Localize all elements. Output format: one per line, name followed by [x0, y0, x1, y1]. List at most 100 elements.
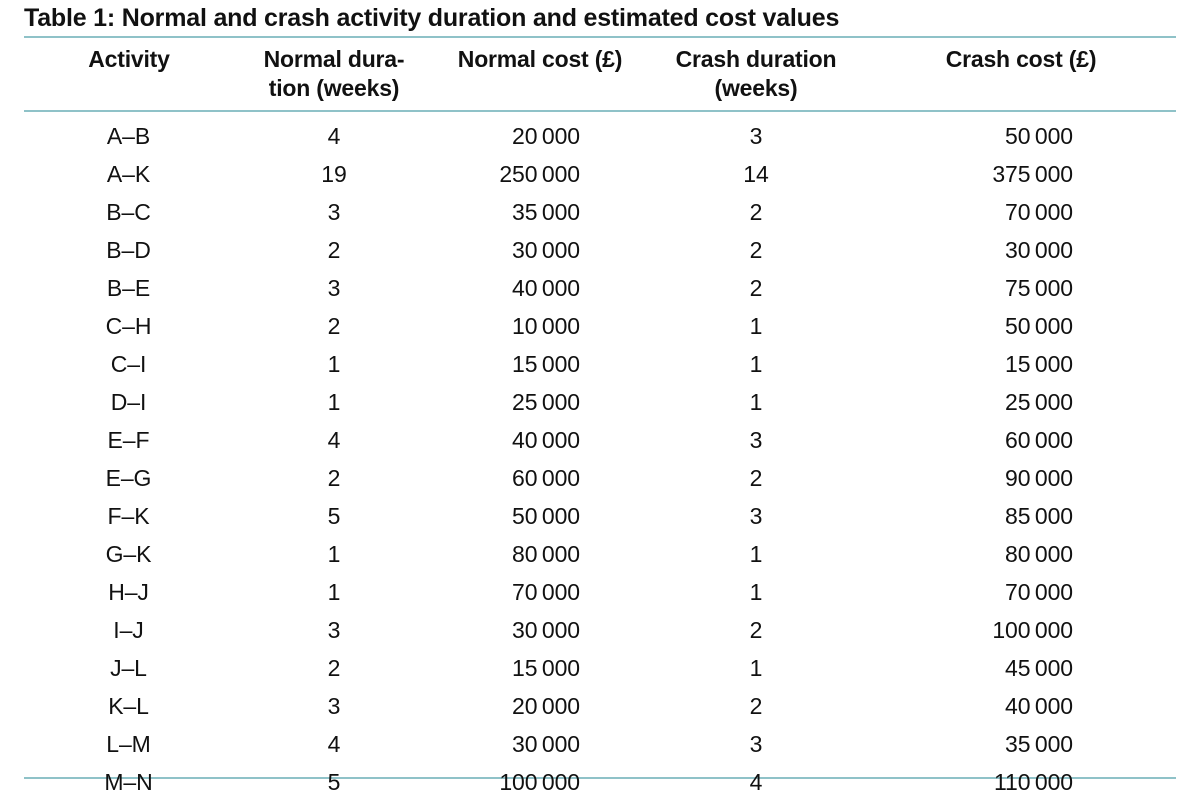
cell-activity: D–I	[110, 388, 147, 415]
cell-normal-cost: 35 000	[512, 198, 580, 225]
table-page: Table 1: Normal and crash activity durat…	[0, 0, 1200, 797]
cell-activity: E–G	[105, 464, 152, 491]
cell-normal-cost: 40 000	[512, 426, 580, 453]
table-row: L–M 4 30 000 3 35 000	[24, 725, 1176, 763]
table-header-row: Activity Normal dura- tion (weeks) Norma…	[24, 40, 1176, 110]
table-row: K–L 3 20 000 2 40 000	[24, 687, 1176, 725]
column-header-activity: Activity	[88, 46, 170, 72]
cell-normal-cost: 70 000	[512, 578, 580, 605]
cell-crash-duration: 1	[749, 654, 763, 681]
cell-crash-duration: 1	[749, 388, 763, 415]
cell-activity: K–L	[108, 692, 149, 719]
cell-activity: B–E	[106, 274, 151, 301]
cell-normal-duration: 4	[327, 426, 341, 453]
column-header-crash-duration: Crash duration (weeks)	[646, 40, 866, 110]
cell-normal-duration: 4	[327, 730, 341, 757]
cell-crash-duration: 1	[749, 350, 763, 377]
data-table: Activity Normal dura- tion (weeks) Norma…	[24, 40, 1176, 801]
table-row: A–B 4 20 000 3 50 000	[24, 110, 1176, 155]
cell-crash-cost: 85 000	[1005, 502, 1073, 529]
cell-normal-duration: 5	[327, 502, 341, 529]
cell-crash-duration: 4	[749, 768, 763, 795]
cell-crash-cost: 45 000	[1005, 654, 1073, 681]
cell-activity: A–B	[106, 122, 151, 149]
cell-activity: J–L	[110, 654, 147, 681]
column-header-crash-duration-line2: (weeks)	[714, 74, 798, 101]
cell-normal-cost: 30 000	[512, 616, 580, 643]
table-row: J–L 2 15 000 1 45 000	[24, 649, 1176, 687]
cell-normal-duration: 2	[327, 464, 341, 491]
cell-crash-cost: 60 000	[1005, 426, 1073, 453]
cell-normal-duration: 3	[327, 198, 341, 225]
table-row: C–H 2 10 000 1 50 000	[24, 307, 1176, 345]
cell-crash-duration: 1	[749, 578, 763, 605]
cell-normal-cost: 20 000	[512, 122, 580, 149]
table-row: F–K 5 50 000 3 85 000	[24, 497, 1176, 535]
cell-normal-cost: 15 000	[512, 654, 580, 681]
cell-normal-cost: 50 000	[512, 502, 580, 529]
cell-crash-cost: 40 000	[1005, 692, 1073, 719]
table-row: H–J 1 70 000 1 70 000	[24, 573, 1176, 611]
cell-activity: G–K	[105, 540, 152, 567]
cell-normal-duration: 4	[327, 122, 341, 149]
cell-normal-duration: 3	[327, 616, 341, 643]
cell-normal-duration: 3	[327, 274, 341, 301]
cell-normal-cost: 15 000	[512, 350, 580, 377]
cell-activity: B–D	[106, 236, 151, 263]
cell-activity: L–M	[106, 730, 151, 757]
table-row: M–N 5 100 000 4 110 000	[24, 763, 1176, 801]
column-header-normal-cost: Normal cost (£)	[457, 46, 623, 72]
table-row: B–C 3 35 000 2 70 000	[24, 193, 1176, 231]
column-header-crash-cost: Crash cost (£)	[945, 46, 1097, 72]
cell-normal-duration: 1	[327, 388, 341, 415]
cell-normal-cost: 40 000	[512, 274, 580, 301]
cell-normal-duration: 1	[327, 578, 341, 605]
table-body: A–B 4 20 000 3 50 000 A–K 19 250 000 14 375 000 B–…	[24, 110, 1176, 801]
table-row: D–I 1 25 000 1 25 000	[24, 383, 1176, 421]
cell-crash-duration: 2	[749, 692, 763, 719]
cell-crash-cost: 70 000	[1005, 198, 1073, 225]
cell-normal-cost: 20 000	[512, 692, 580, 719]
table-caption: Table 1: Normal and crash activity durat…	[24, 4, 840, 32]
table-row: G–K 1 80 000 1 80 000	[24, 535, 1176, 573]
cell-normal-cost: 30 000	[512, 236, 580, 263]
cell-crash-cost: 70 000	[1005, 578, 1073, 605]
rule-top	[24, 36, 1176, 38]
cell-crash-cost: 375 000	[992, 160, 1073, 187]
cell-normal-duration: 1	[327, 350, 341, 377]
cell-normal-cost: 250 000	[499, 160, 580, 187]
cell-normal-cost: 25 000	[512, 388, 580, 415]
table-row: A–K 19 250 000 14 375 000	[24, 155, 1176, 193]
cell-crash-cost: 35 000	[1005, 730, 1073, 757]
cell-crash-duration: 2	[749, 236, 763, 263]
cell-crash-cost: 15 000	[1005, 350, 1073, 377]
table-row: B–E 3 40 000 2 75 000	[24, 269, 1176, 307]
cell-normal-duration: 1	[327, 540, 341, 567]
cell-normal-cost: 30 000	[512, 730, 580, 757]
cell-normal-duration: 2	[327, 654, 341, 681]
cell-activity: H–J	[108, 578, 149, 605]
table-row: C–I 1 15 000 1 15 000	[24, 345, 1176, 383]
cell-crash-cost: 80 000	[1005, 540, 1073, 567]
cell-crash-cost: 50 000	[1005, 312, 1073, 339]
cell-normal-cost: 10 000	[512, 312, 580, 339]
cell-crash-duration: 3	[749, 502, 763, 529]
cell-activity: F–K	[107, 502, 150, 529]
table-row: E–F 4 40 000 3 60 000	[24, 421, 1176, 459]
cell-activity: A–K	[106, 160, 151, 187]
cell-crash-cost: 110 000	[994, 768, 1073, 795]
cell-crash-duration: 2	[749, 274, 763, 301]
cell-activity: C–H	[105, 312, 152, 339]
cell-crash-cost: 25 000	[1005, 388, 1073, 415]
cell-activity: M–N	[104, 768, 153, 795]
column-header-normal-duration-line1: Normal dura-	[263, 46, 405, 72]
cell-activity: B–C	[106, 198, 151, 225]
cell-crash-duration: 2	[749, 198, 763, 225]
cell-crash-duration: 3	[749, 122, 763, 149]
column-header-normal-duration-line2: tion (weeks)	[268, 74, 400, 101]
cell-normal-cost: 60 000	[512, 464, 580, 491]
cell-crash-cost: 75 000	[1005, 274, 1073, 301]
cell-normal-cost: 100 000	[499, 768, 580, 795]
cell-normal-duration: 3	[327, 692, 341, 719]
cell-crash-duration: 1	[749, 540, 763, 567]
